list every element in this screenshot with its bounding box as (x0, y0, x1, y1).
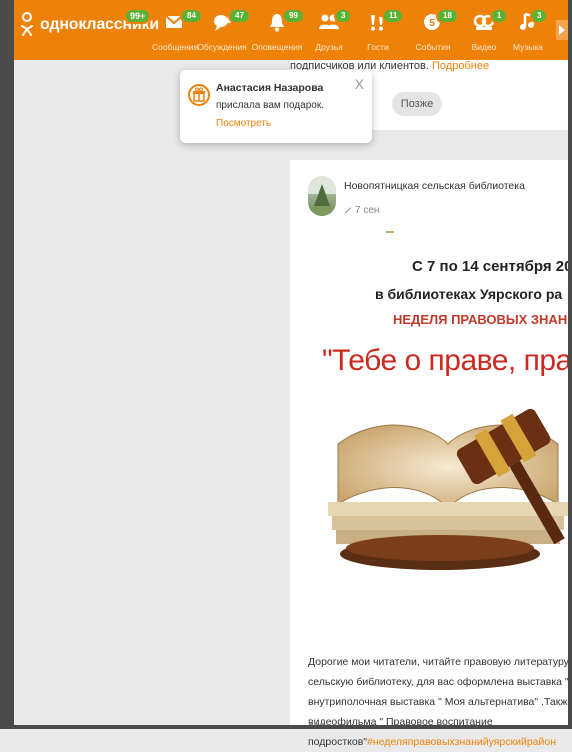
nav-label: Гости (367, 42, 389, 52)
right-frame (568, 0, 572, 729)
nav-notifications[interactable]: 99 Оповещения (248, 0, 306, 60)
nav-label: Обсуждения (197, 42, 247, 52)
post-text-line: видеофильма " Правовое воспитание (308, 716, 493, 728)
gavel-book-illustration (328, 408, 568, 570)
notification-sender[interactable]: Анастасия Назарова (216, 82, 323, 94)
nav-label: Оповещения (251, 42, 303, 52)
post-text-line: внутриполочная выставка " Моя альтернати… (308, 696, 572, 708)
more-options-button[interactable]: ••• (308, 716, 326, 732)
close-icon[interactable]: X (355, 76, 364, 92)
nav-discussions[interactable]: 47 Обсуждения (196, 0, 251, 60)
post-date: 7 сен (344, 205, 379, 216)
ok-logo-icon (20, 12, 34, 38)
events-badge: 18 (436, 8, 459, 24)
post-card: Новопятницкая сельская библиотека 7 сен … (290, 160, 572, 748)
svg-text:5: 5 (429, 18, 435, 29)
nav-label: Друзья (315, 42, 343, 52)
author-avatar[interactable] (308, 176, 336, 216)
logo-badge: 99+ (124, 8, 152, 24)
bottom-frame (0, 725, 572, 729)
post-text-line: Дорогие мои читатели, читайте правовую л… (308, 656, 572, 668)
notifications-badge: 99 (282, 8, 305, 24)
post-text-line: подростков"#неделяправовыхзнанийуярскийр… (308, 732, 572, 752)
poster-line: С 7 по 14 сентября 2020 го (412, 258, 572, 275)
post-text: Дорогие мои читатели, читайте правовую л… (308, 652, 572, 752)
nav-label: Музыка (512, 42, 544, 52)
post-text-prefix: подростков" (308, 736, 368, 748)
nav-label: Сообщения (152, 42, 199, 52)
left-frame (0, 0, 14, 729)
promo-more-link[interactable]: Подробнее (432, 60, 489, 72)
notification-message: прислала вам подарок. (216, 100, 324, 111)
nav-guests[interactable]: 11 Гости (352, 0, 405, 60)
post-image[interactable]: С 7 по 14 сентября 2020 го в библиотеках… (308, 244, 572, 574)
site-logo[interactable]: одноклассники 99+ (20, 8, 159, 38)
main-nav: 84 Сообщения 47 Обсуждения 99 Оповещения… (152, 0, 550, 60)
nav-label: События (415, 42, 451, 52)
poster-headline: "Тебе о праве, праве (322, 344, 572, 377)
feed-column: подписчиков или клиентов. Подробнее ть П… (280, 60, 572, 748)
nav-label: Видео (471, 42, 497, 52)
guests-badge: 11 (382, 8, 405, 24)
friends-badge: 3 (334, 8, 353, 24)
hashtag-link[interactable]: #неделяправовыхзнанийуярскийрайон (367, 736, 556, 748)
top-navigation-bar: одноклассники 99+ 84 Сообщения 47 Обсужд… (14, 0, 568, 60)
nav-events[interactable]: 5 18 События (404, 0, 462, 60)
poster-line: в библиотеках Уярского ра (375, 286, 563, 302)
nav-more-arrow[interactable] (556, 20, 568, 40)
nav-messages[interactable]: 84 Сообщения (152, 0, 203, 60)
nav-video[interactable]: 1 Видео (462, 0, 509, 60)
divider (386, 231, 394, 233)
nav-friends[interactable]: 3 Друзья (306, 0, 353, 60)
music-badge: 3 (530, 8, 549, 24)
post-author[interactable]: Новопятницкая сельская библиотека (344, 180, 525, 192)
gift-icon (188, 84, 210, 106)
poster-line: НЕДЕЛЯ ПРАВОВЫХ ЗНАН (393, 312, 568, 327)
nav-music[interactable]: 3 Музыка (506, 0, 550, 60)
view-gift-link[interactable]: Посмотреть (216, 118, 271, 129)
gift-notification-popup: Анастасия Назарова прислала вам подарок.… (180, 70, 372, 143)
post-text-line: сельскую библиотеку, для вас оформлена в… (308, 676, 572, 688)
later-button[interactable]: Позже (392, 92, 442, 116)
pen-icon (344, 207, 352, 214)
post-date-text: 7 сен (355, 205, 380, 216)
